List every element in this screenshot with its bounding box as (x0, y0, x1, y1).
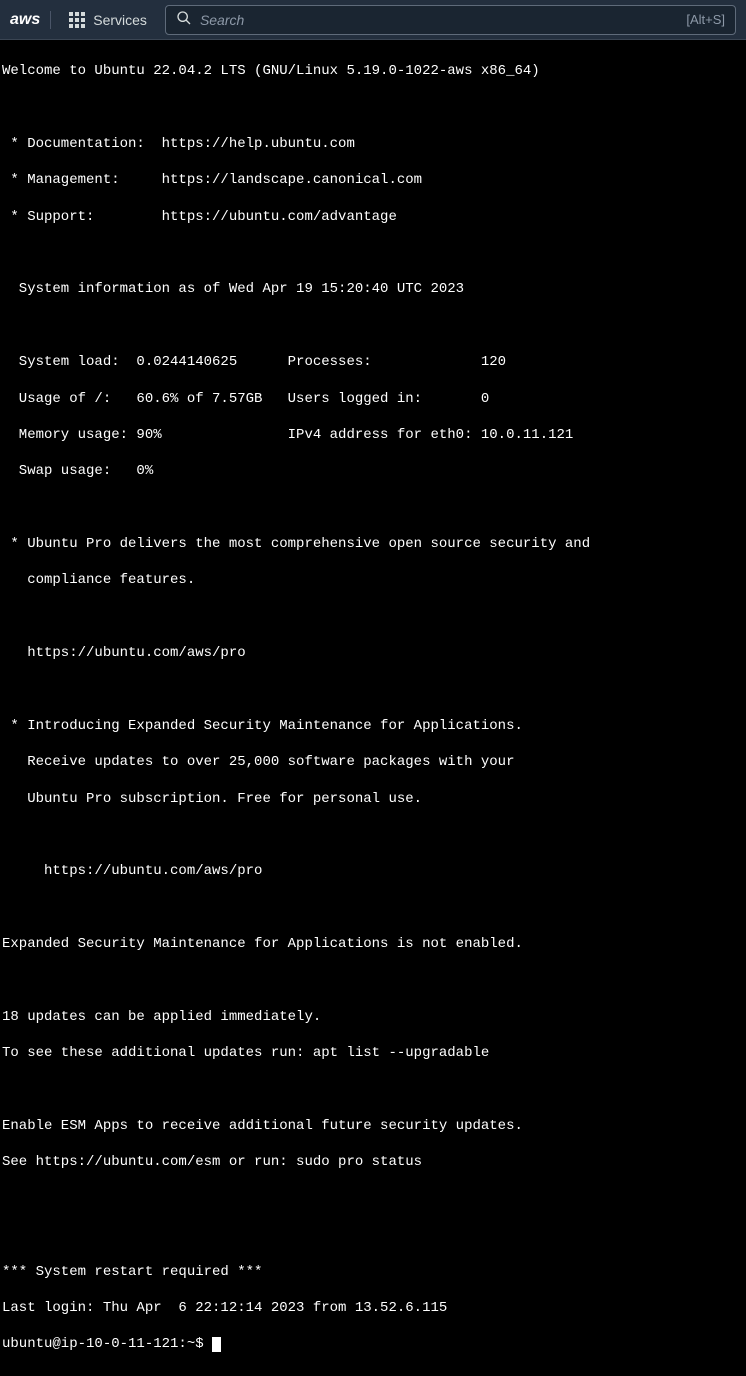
blank-line (2, 99, 744, 117)
cursor-icon (212, 1337, 221, 1352)
esm-enable-hint: Enable ESM Apps to receive additional fu… (2, 1117, 744, 1135)
blank-line (2, 608, 744, 626)
esm-enable-hint: See https://ubuntu.com/esm or run: sudo … (2, 1153, 744, 1171)
blank-line (2, 826, 744, 844)
aws-logo[interactable]: aws (10, 11, 51, 29)
updates-count: 18 updates can be applied immediately. (2, 1008, 744, 1026)
blank-line (2, 1226, 744, 1244)
services-grid-icon (69, 12, 85, 28)
motd-pro: compliance features. (2, 571, 744, 589)
blank-line (2, 244, 744, 262)
motd-support-link: * Support: https://ubuntu.com/advantage (2, 208, 744, 226)
blank-line (2, 899, 744, 917)
motd-pro-url: https://ubuntu.com/aws/pro (2, 644, 744, 662)
sysinfo-row: Usage of /: 60.6% of 7.57GB Users logged… (2, 390, 744, 408)
sysinfo-row: Swap usage: 0% (2, 462, 744, 480)
sysinfo-row: Memory usage: 90% IPv4 address for eth0:… (2, 426, 744, 444)
motd-esm: Receive updates to over 25,000 software … (2, 753, 744, 771)
blank-line (2, 681, 744, 699)
blank-line (2, 1190, 744, 1208)
restart-required: *** System restart required *** (2, 1263, 744, 1281)
blank-line (2, 972, 744, 990)
blank-line (2, 1081, 744, 1099)
motd-esm: Ubuntu Pro subscription. Free for person… (2, 790, 744, 808)
blank-line (2, 317, 744, 335)
search-shortcut-hint: [Alt+S] (686, 12, 725, 27)
blank-line (2, 499, 744, 517)
motd-doc-link: * Documentation: https://help.ubuntu.com (2, 135, 744, 153)
search-box[interactable]: [Alt+S] (165, 5, 736, 35)
services-menu-button[interactable]: Services (63, 8, 153, 32)
terminal-output[interactable]: Welcome to Ubuntu 22.04.2 LTS (GNU/Linux… (0, 40, 746, 1376)
motd-mgmt-link: * Management: https://landscape.canonica… (2, 171, 744, 189)
shell-prompt: ubuntu@ip-10-0-11-121:~$ (2, 1336, 212, 1352)
aws-logo-text: aws (10, 11, 40, 29)
sysinfo-header: System information as of Wed Apr 19 15:2… (2, 280, 744, 298)
search-icon (176, 10, 192, 29)
last-login: Last login: Thu Apr 6 22:12:14 2023 from… (2, 1299, 744, 1317)
services-label: Services (93, 12, 147, 28)
motd-esm-url: https://ubuntu.com/aws/pro (2, 862, 744, 880)
esm-status: Expanded Security Maintenance for Applic… (2, 935, 744, 953)
motd-welcome: Welcome to Ubuntu 22.04.2 LTS (GNU/Linux… (2, 62, 744, 80)
sysinfo-row: System load: 0.0244140625 Processes: 120 (2, 353, 744, 371)
shell-prompt-line[interactable]: ubuntu@ip-10-0-11-121:~$ (2, 1335, 744, 1353)
updates-hint: To see these additional updates run: apt… (2, 1044, 744, 1062)
motd-esm: * Introducing Expanded Security Maintena… (2, 717, 744, 735)
aws-navbar: aws Services [Alt+S] (0, 0, 746, 40)
motd-pro: * Ubuntu Pro delivers the most comprehen… (2, 535, 744, 553)
search-input[interactable] (200, 12, 678, 28)
